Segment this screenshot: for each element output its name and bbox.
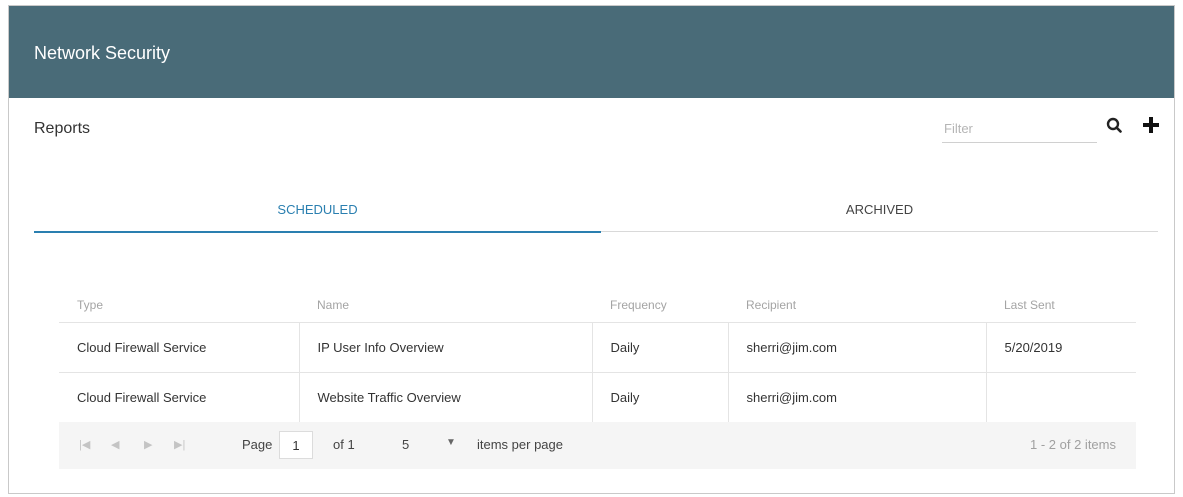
cell-recipient: sherri@jim.com bbox=[727, 372, 986, 423]
cell-recipient: sherri@jim.com bbox=[727, 322, 986, 373]
page-size-value[interactable]: 5 bbox=[402, 437, 409, 452]
search-icon[interactable] bbox=[1105, 116, 1125, 136]
reports-table: Type Name Frequency Recipient Last Sent … bbox=[59, 288, 1136, 423]
cell-name: Website Traffic Overview bbox=[298, 372, 592, 423]
cell-last-sent bbox=[985, 372, 1136, 423]
app-window: Network Security Reports SCHEDULED ARCHI… bbox=[8, 5, 1175, 494]
table-header-row: Type Name Frequency Recipient Last Sent bbox=[59, 288, 1136, 323]
previous-page-icon[interactable]: ◀ bbox=[111, 438, 119, 451]
column-header-recipient[interactable]: Recipient bbox=[728, 288, 986, 323]
page-title: Reports bbox=[34, 120, 91, 137]
tab-scheduled[interactable]: SCHEDULED bbox=[34, 196, 601, 233]
items-per-page-label: items per page bbox=[477, 437, 563, 452]
page-number-input[interactable] bbox=[279, 431, 313, 459]
tab-archived[interactable]: ARCHIVED bbox=[601, 196, 1158, 232]
table-row[interactable]: Cloud Firewall Service IP User Info Over… bbox=[59, 322, 1136, 373]
cell-last-sent: 5/20/2019 bbox=[985, 322, 1136, 373]
filter-input[interactable] bbox=[942, 115, 1097, 143]
first-page-icon[interactable]: |◀ bbox=[79, 438, 90, 451]
pagination-bar: |◀ ◀ ▶ ▶| Page of 1 5 ▼ items per page 1… bbox=[59, 422, 1136, 469]
pagination-info: 1 - 2 of 2 items bbox=[1030, 437, 1116, 452]
reports-grid: Type Name Frequency Recipient Last Sent … bbox=[59, 288, 1136, 423]
column-header-name[interactable]: Name bbox=[299, 288, 592, 323]
column-header-last-sent[interactable]: Last Sent bbox=[986, 288, 1136, 323]
report-tabs: SCHEDULED ARCHIVED bbox=[34, 196, 1158, 233]
page-label: Page bbox=[242, 437, 273, 452]
cell-frequency: Daily bbox=[591, 372, 728, 423]
last-page-icon[interactable]: ▶| bbox=[174, 438, 185, 451]
cell-type: Cloud Firewall Service bbox=[59, 372, 299, 423]
page-count-label: of 1 bbox=[333, 437, 355, 452]
chevron-down-icon[interactable]: ▼ bbox=[446, 437, 456, 448]
app-title: Network Security bbox=[34, 43, 171, 63]
column-header-frequency[interactable]: Frequency bbox=[592, 288, 728, 323]
cell-type: Cloud Firewall Service bbox=[59, 322, 299, 373]
table-row[interactable]: Cloud Firewall Service Website Traffic O… bbox=[59, 372, 1136, 423]
cell-frequency: Daily bbox=[591, 322, 728, 373]
column-header-type[interactable]: Type bbox=[59, 288, 299, 323]
app-header: Network Security bbox=[9, 6, 1174, 98]
next-page-icon[interactable]: ▶ bbox=[144, 438, 152, 451]
plus-icon[interactable] bbox=[1141, 115, 1161, 135]
cell-name: IP User Info Overview bbox=[298, 322, 592, 373]
